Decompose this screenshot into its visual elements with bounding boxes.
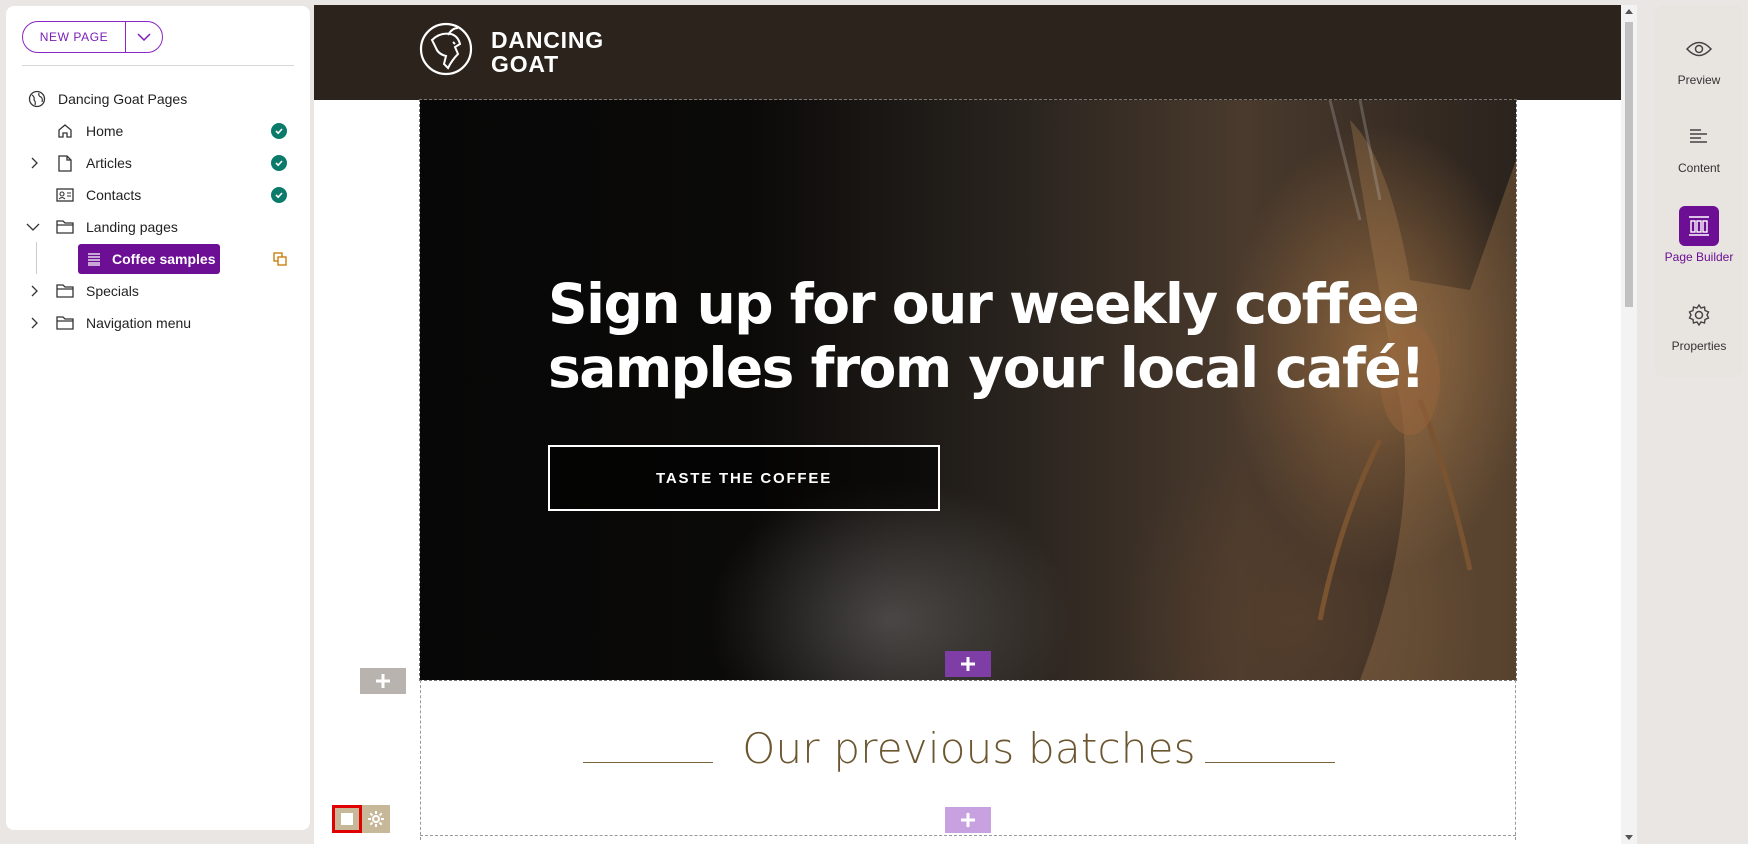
tree-item-label: Navigation menu (86, 315, 192, 331)
chevron-right-icon[interactable] (28, 316, 42, 330)
new-page-options-button[interactable] (125, 22, 162, 52)
scroll-down-arrow[interactable] (1625, 835, 1633, 840)
add-widget-button[interactable] (945, 807, 991, 833)
contact-card-icon (56, 186, 74, 204)
rail-item-properties[interactable]: Properties (1655, 289, 1743, 369)
published-check-icon (271, 155, 287, 171)
rail-item-preview[interactable]: Preview (1655, 23, 1743, 103)
chevron-down-icon[interactable] (26, 220, 40, 234)
rail-item-page-builder[interactable]: Page Builder (1655, 200, 1743, 280)
tree-item-coffee-samples[interactable]: Coffee samples (6, 243, 310, 275)
tree-item-label: Coffee samples (112, 251, 216, 267)
section-toolbar (332, 805, 390, 833)
folder-icon (56, 314, 74, 332)
page-builder-canvas: DANCING GOAT Sign up for our weekly coff… (314, 5, 1621, 844)
folder-icon (56, 282, 74, 300)
tree-item-navigation-menu[interactable]: Navigation menu (6, 307, 310, 339)
hero-section[interactable]: Sign up for our weekly coffee samples fr… (419, 99, 1517, 681)
gear-icon (368, 811, 384, 827)
rail-item-label: Properties (1671, 339, 1727, 353)
new-page-split-button: NEW PAGE (22, 21, 163, 53)
new-page-button[interactable]: NEW PAGE (23, 22, 125, 52)
logo-line-2: GOAT (491, 51, 559, 77)
plus-icon (961, 657, 975, 671)
chevron-right-icon[interactable] (28, 156, 42, 170)
tree-item-specials[interactable]: Specials (6, 275, 310, 307)
page-icon (56, 154, 74, 172)
add-widget-button[interactable] (945, 651, 991, 677)
tree-item-label: Dancing Goat Pages (58, 91, 188, 107)
tree-item-label: Specials (86, 283, 139, 299)
site-logo-text[interactable]: DANCING GOAT (491, 28, 604, 76)
plus-icon (961, 813, 975, 827)
chevron-down-icon (137, 33, 151, 41)
published-check-icon (271, 123, 287, 139)
taste-coffee-button[interactable]: TASTE THE COFFEE (548, 445, 940, 511)
gear-icon (1679, 295, 1719, 335)
rail-item-label: Preview (1677, 73, 1721, 87)
changed-status-icon (272, 251, 288, 267)
right-mode-rail: Preview Content Page Builder Properties (1655, 5, 1743, 377)
eye-icon (1679, 29, 1719, 69)
page-builder-icon (1679, 206, 1719, 246)
add-section-button[interactable] (360, 668, 406, 694)
dancing-goat-logo-icon (419, 22, 473, 76)
rail-item-label: Content (1677, 161, 1721, 175)
hero-heading-line-2: samples from your local café! (548, 336, 1425, 400)
tree-item-landing-pages[interactable]: Landing pages (6, 211, 310, 243)
chevron-right-icon[interactable] (28, 284, 42, 298)
divider (22, 65, 294, 66)
tree-item-label: Landing pages (86, 219, 178, 235)
rail-item-content[interactable]: Content (1655, 111, 1743, 191)
title-rule-right (1205, 762, 1335, 763)
tree-item-articles[interactable]: Articles (6, 147, 310, 179)
section-title: Our previous batches (742, 724, 1196, 773)
published-check-icon (271, 187, 287, 203)
globe-icon (28, 90, 46, 108)
site-header: DANCING GOAT (314, 5, 1621, 100)
tree-item-home[interactable]: Home (6, 115, 310, 147)
section-select-button[interactable] (332, 805, 362, 833)
landing-page-icon (87, 252, 101, 266)
scroll-thumb[interactable] (1625, 22, 1633, 307)
tree-item-root[interactable]: Dancing Goat Pages (6, 83, 310, 115)
tree-item-contacts[interactable]: Contacts (6, 179, 310, 211)
content-lines-icon (1679, 117, 1719, 157)
tree-item-label: Contacts (86, 187, 142, 203)
scroll-up-arrow[interactable] (1625, 9, 1633, 14)
section-settings-button[interactable] (362, 805, 390, 833)
content-tree-panel: NEW PAGE Dancing Goat Pages Home Article… (6, 6, 310, 830)
tree-item-selected[interactable]: Coffee samples (78, 244, 220, 274)
folder-icon (56, 218, 74, 236)
hero-heading-line-1: Sign up for our weekly coffee (548, 272, 1420, 336)
home-icon (56, 122, 74, 140)
plus-icon (376, 674, 390, 688)
hero-heading: Sign up for our weekly coffee samples fr… (548, 272, 1425, 400)
tree-item-label: Articles (86, 155, 132, 171)
tree-item-label: Home (86, 123, 124, 139)
section-boundary (420, 835, 1516, 836)
rail-item-label: Page Builder (1664, 250, 1734, 264)
square-icon (341, 813, 353, 825)
canvas-scrollbar[interactable] (1621, 5, 1637, 844)
logo-line-1: DANCING (491, 27, 604, 53)
